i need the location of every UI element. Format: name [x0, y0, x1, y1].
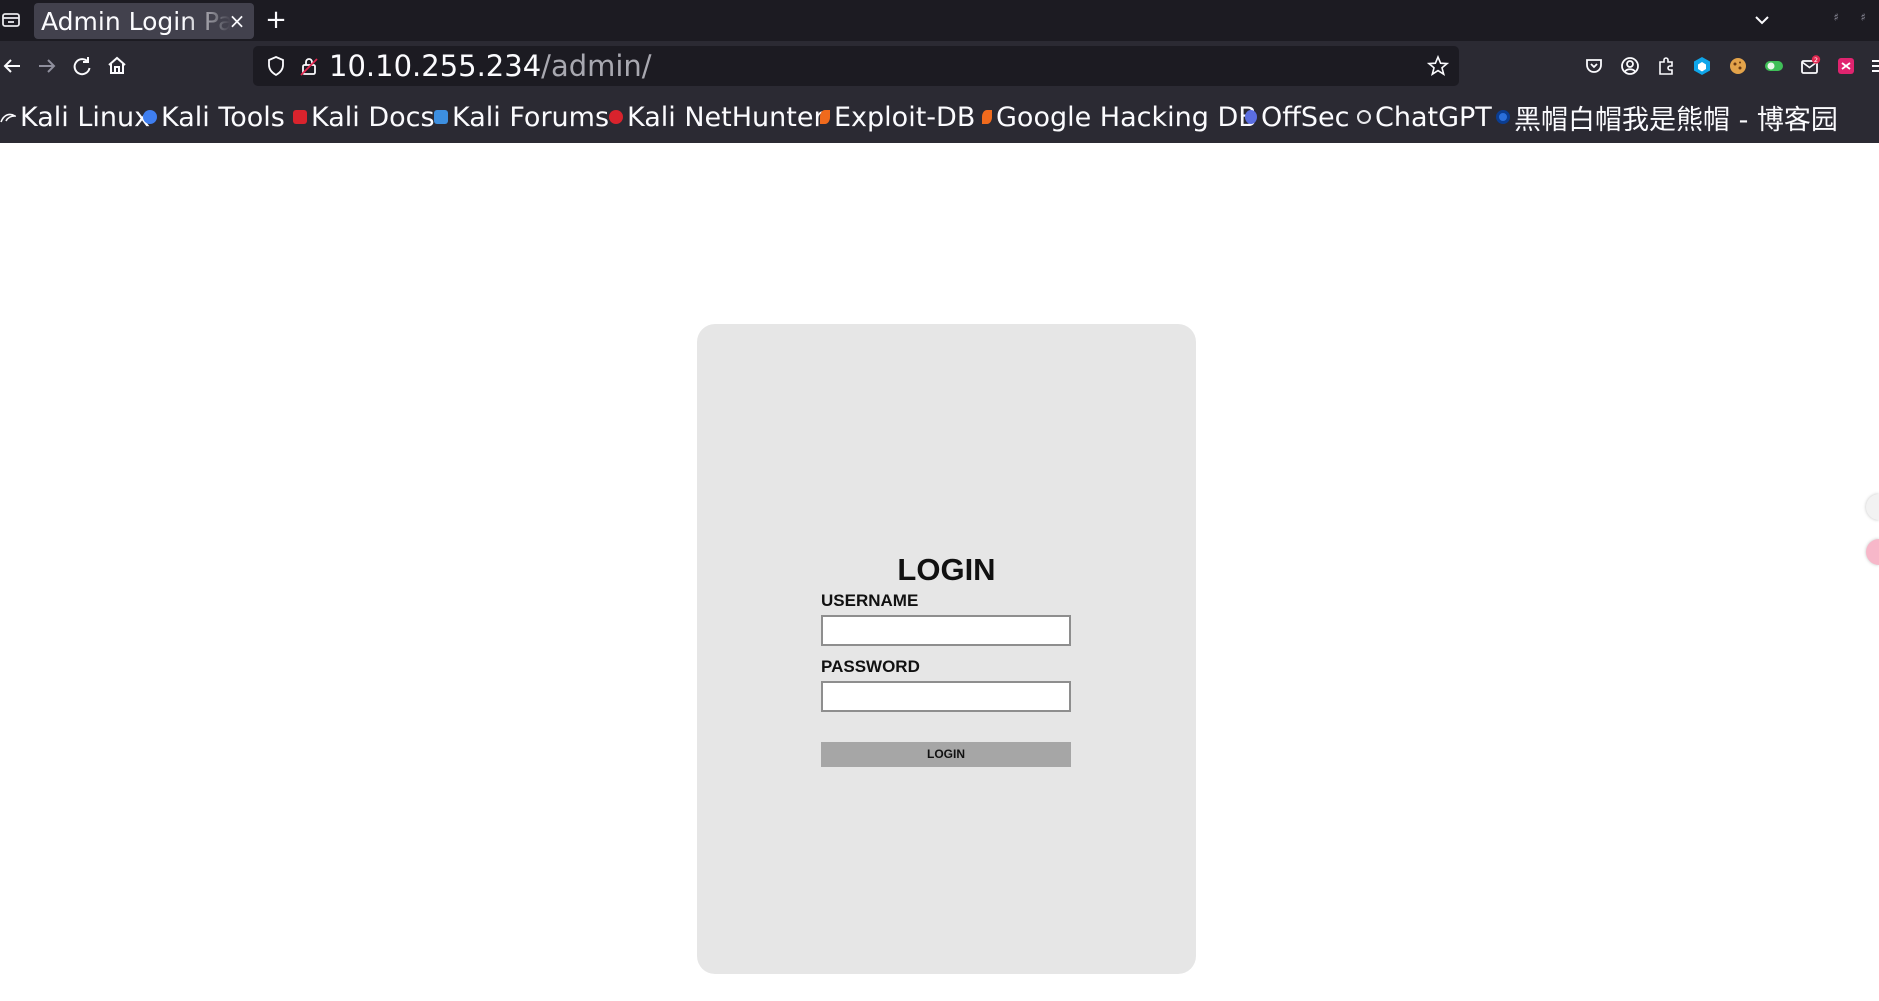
tab-admin-login[interactable]: Admin Login Page ×: [34, 3, 254, 39]
exploit-db-icon: [820, 110, 830, 124]
bookmarks-toolbar: Kali Linux Kali Tools Kali Docs Kali For…: [0, 93, 1879, 143]
username-label: USERNAME: [821, 591, 919, 610]
bookmark-label: ChatGPT: [1375, 101, 1492, 133]
new-tab-button[interactable]: +: [262, 6, 290, 34]
tab-list-icon[interactable]: [0, 8, 24, 32]
bookmark-kali-forums[interactable]: Kali Forums: [434, 100, 609, 134]
pocket-icon[interactable]: [1583, 55, 1605, 77]
bookmark-exploit-db[interactable]: Exploit-DB: [820, 100, 975, 134]
bookmark-cnblogs[interactable]: 黑帽白帽我是熊帽 - 博客园: [1496, 100, 1838, 136]
tab-title: Admin Login Page: [41, 7, 231, 36]
bookmark-google-hacking-db[interactable]: Google Hacking DB: [982, 100, 1257, 134]
bookmark-star-icon[interactable]: [1426, 54, 1450, 77]
bookmark-label: Kali Docs: [311, 101, 435, 133]
pink-extension-icon[interactable]: [1835, 55, 1857, 77]
offsec-icon: [1245, 110, 1257, 124]
password-label: PASSWORD: [821, 657, 920, 676]
reload-icon[interactable]: [69, 53, 95, 79]
password-input[interactable]: [821, 681, 1071, 712]
url-host: 10.10.255.234: [329, 49, 542, 83]
bookmark-label: Kali Linux: [20, 101, 151, 133]
navigation-toolbar: 10.10.255.234/admin/ 2: [0, 41, 1879, 93]
mail-extension-icon[interactable]: 2: [1799, 55, 1821, 77]
forward-arrow-icon[interactable]: [33, 53, 59, 79]
ghdb-icon: [982, 110, 992, 124]
kali-nethunter-icon: [609, 110, 623, 124]
menu-icon[interactable]: [1869, 55, 1879, 77]
bookmark-kali-docs[interactable]: Kali Docs: [293, 100, 435, 134]
side-panel-tab-icon[interactable]: [1866, 494, 1879, 520]
login-title: LOGIN: [897, 552, 996, 587]
bookmark-label: OffSec: [1261, 101, 1350, 133]
insecure-lock-icon[interactable]: [298, 55, 320, 77]
bookmark-kali-tools[interactable]: Kali Tools: [143, 100, 285, 134]
cnblogs-icon: [1496, 110, 1510, 124]
extensions-puzzle-icon[interactable]: [1655, 55, 1677, 77]
back-arrow-icon[interactable]: [0, 53, 26, 79]
cookie-extension-icon[interactable]: [1727, 55, 1749, 77]
mail-badge-count: 2: [1814, 56, 1818, 64]
kali-forums-icon: [434, 110, 448, 124]
chevron-down-icon[interactable]: [1750, 8, 1774, 32]
bookmark-label: Google Hacking DB: [996, 101, 1257, 133]
side-panel-pink-tab-icon[interactable]: [1866, 539, 1879, 565]
cube-extension-icon[interactable]: [1691, 55, 1713, 77]
bookmark-kali-linux[interactable]: Kali Linux: [0, 100, 150, 134]
kali-dragon-icon: [0, 110, 18, 124]
bookmark-label: 黑帽白帽我是熊帽 - 博客园: [1514, 104, 1838, 136]
tab-strip: Admin Login Page × + ♯ ♯: [0, 0, 1879, 41]
kali-docs-icon: [293, 110, 307, 124]
url-path: /admin/: [541, 49, 652, 83]
toggle-extension-icon[interactable]: [1763, 55, 1785, 77]
window-minimize-icon[interactable]: ♯: [1829, 11, 1843, 27]
bookmark-kali-nethunter[interactable]: Kali NetHunter: [609, 100, 825, 134]
login-button[interactable]: LOGIN: [821, 742, 1071, 767]
bookmark-label: Kali Tools: [161, 101, 285, 133]
chatgpt-icon: [1357, 110, 1371, 124]
tracking-shield-icon[interactable]: [265, 55, 287, 77]
url-text[interactable]: 10.10.255.234/admin/: [329, 49, 652, 83]
address-bar[interactable]: 10.10.255.234/admin/: [253, 46, 1459, 86]
bookmark-label: Kali Forums: [452, 101, 610, 133]
account-icon[interactable]: [1619, 55, 1641, 77]
kali-tools-icon: [143, 110, 157, 124]
username-input[interactable]: [821, 615, 1071, 646]
bookmark-offsec[interactable]: OffSec: [1245, 100, 1349, 134]
login-card: LOGIN USERNAME PASSWORD LOGIN: [697, 324, 1196, 974]
bookmark-label: Kali NetHunter: [627, 101, 825, 133]
page-viewport: LOGIN USERNAME PASSWORD LOGIN: [0, 143, 1879, 1001]
home-icon[interactable]: [104, 53, 130, 79]
tab-close-icon[interactable]: ×: [226, 9, 248, 33]
bookmark-chatgpt[interactable]: ChatGPT: [1357, 100, 1492, 134]
window-close-icon[interactable]: ♯: [1856, 11, 1870, 27]
bookmark-label: Exploit-DB: [834, 101, 976, 133]
